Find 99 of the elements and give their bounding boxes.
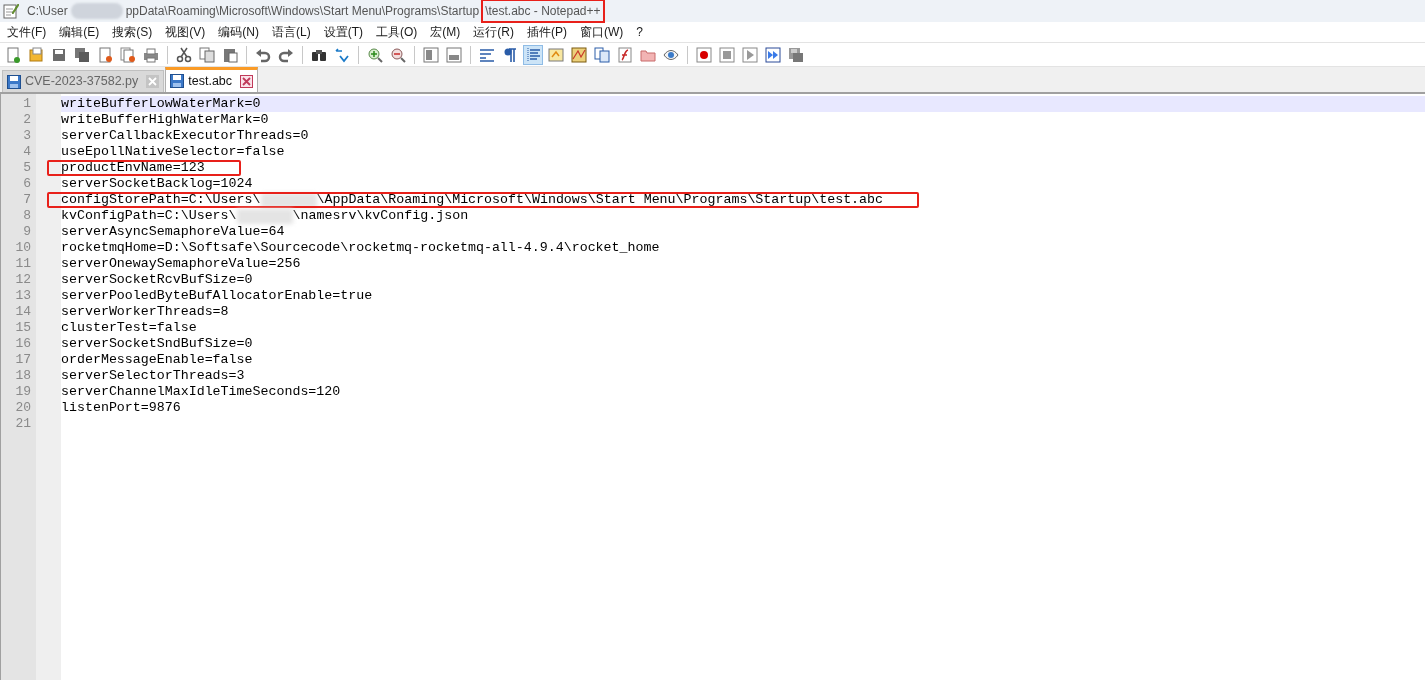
editor-line[interactable]: 1 writeBufferLowWaterMark=0: [0, 96, 1425, 112]
editor-line[interactable]: 19 serverChannelMaxIdleTimeSeconds=120: [0, 384, 1425, 400]
menu-item[interactable]: 工具(O): [371, 23, 423, 41]
indent-guide-icon[interactable]: [523, 44, 543, 65]
line-number: 15: [14, 319, 32, 338]
line-number: 10: [14, 239, 32, 258]
file-tab[interactable]: test.abc: [165, 67, 259, 92]
editor-line[interactable]: 16 serverSocketSndBufSize=0: [0, 336, 1425, 352]
redaction-blur: [236, 208, 293, 224]
editor-line[interactable]: 6 serverSocketBacklog=1024: [0, 176, 1425, 192]
line-number: 4: [22, 143, 32, 162]
line-number: 8: [22, 207, 32, 226]
line-number: 21: [14, 415, 32, 434]
code-text: productEnvName=123: [61, 159, 205, 178]
editor-line[interactable]: 17 orderMessageEnable=false: [0, 352, 1425, 368]
code-text: serverSocketRcvBufSize=0: [61, 271, 253, 290]
editor-line[interactable]: 2 writeBufferHighWaterMark=0: [0, 112, 1425, 128]
editor-line[interactable]: 3 serverCallbackExecutorThreads=0: [0, 128, 1425, 144]
floppy-icon: [170, 74, 185, 88]
code-text: listenPort=9876: [61, 399, 181, 418]
editor-line[interactable]: 7 configStorePath=C:\Users\ \AppData\Roaming\Microsoft\Windows\Start Menu\Programs\Startup\test.abc: [0, 192, 1425, 208]
editor-line[interactable]: 8 kvConfigPath=C:\Users\ \namesrv\kvConfig.json: [0, 208, 1425, 224]
code-text: writeBufferLowWaterMark=0: [61, 95, 261, 114]
code-text: rocketmqHome=D:\Softsafe\Sourcecode\rocketmq-rocketmq-all-4.9.4\rocket_home: [61, 239, 660, 258]
menu-item[interactable]: 插件(P): [522, 23, 572, 41]
code-text: serverAsyncSemaphoreValue=64: [61, 223, 285, 242]
line-number: 19: [14, 383, 32, 402]
code-text: serverOnewaySemaphoreValue=256: [61, 255, 301, 274]
editor-line[interactable]: 4 useEpollNativeSelector=false: [0, 144, 1425, 160]
line-number: 14: [14, 303, 32, 322]
document-map-icon[interactable]: [569, 44, 589, 65]
code-text: serverChannelMaxIdleTimeSeconds=120: [61, 383, 341, 402]
line-number: 11: [14, 255, 32, 274]
code-text: serverCallbackExecutorThreads=0: [61, 127, 309, 146]
window-title: \test.abc - Notepad++: [485, 4, 601, 18]
line-number: 5: [22, 159, 32, 178]
record-icon[interactable]: [694, 44, 714, 65]
code-text: writeBufferHighWaterMark=0: [61, 111, 269, 130]
code-text: serverPooledByteBufAllocatorEnable=true: [61, 287, 373, 306]
notepad-icon: [3, 3, 19, 19]
line-number: 17: [14, 351, 32, 370]
window-title: ppData\Roaming\Microsoft\Windows\Start Menu\Programs\Startup: [125, 4, 480, 18]
open-file-icon[interactable]: [26, 44, 46, 65]
line-number: 6: [22, 175, 32, 194]
line-number: 12: [14, 271, 32, 290]
menu-item[interactable]: ?: [631, 23, 648, 41]
redaction-blur: [70, 3, 123, 19]
menu-item[interactable]: 语言(L): [267, 23, 316, 41]
menu-item[interactable]: 视图(V): [160, 23, 211, 41]
function-list-icon[interactable]: [615, 44, 635, 65]
play-icon[interactable]: [740, 44, 760, 65]
code-text: configStorePath=C:\Users\: [61, 191, 261, 210]
line-number: 2: [22, 111, 32, 130]
code-text: \namesrv\kvConfig.json: [292, 207, 469, 226]
code-text: serverSocketSndBufSize=0: [61, 335, 253, 354]
menu-item[interactable]: 宏(M): [425, 23, 466, 41]
editor-line[interactable]: 11 serverOnewaySemaphoreValue=256: [0, 256, 1425, 272]
editor-line[interactable]: 10 rocketmqHome=D:\Softsafe\Sourcecode\rocketmq-rocketmq-all-4.9.4\rocket_home: [0, 240, 1425, 256]
close-icon[interactable]: [240, 74, 254, 88]
menu-item[interactable]: 文件(F): [2, 23, 52, 41]
code-text: serverWorkerThreads=8: [61, 303, 229, 322]
menu-item[interactable]: 运行(R): [468, 23, 519, 41]
code-text: serverSocketBacklog=1024: [61, 175, 253, 194]
line-number: 20: [14, 399, 32, 418]
window-title: C:\User: [27, 4, 68, 18]
editor-line[interactable]: 12 serverSocketRcvBufSize=0: [0, 272, 1425, 288]
editor-line[interactable]: 14 serverWorkerThreads=8: [0, 304, 1425, 320]
split-view-icon[interactable]: [444, 44, 464, 65]
code-text: \AppData\Roaming\Microsoft\Windows\Start Menu\Programs\Startup\test.abc: [316, 191, 884, 210]
editor-line[interactable]: 18 serverSelectorThreads=3: [0, 368, 1425, 384]
line-number: 7: [22, 191, 32, 210]
line-number: 18: [14, 367, 32, 386]
code-text: orderMessageEnable=false: [61, 351, 253, 370]
code-text: clusterTest=false: [61, 319, 197, 338]
floppy-icon: [7, 74, 21, 89]
line-number: 13: [14, 287, 32, 306]
menu-item[interactable]: 编码(N): [213, 23, 264, 41]
stop-icon[interactable]: [717, 44, 737, 65]
line-number: 16: [14, 335, 32, 354]
editor-line[interactable]: 13 serverPooledByteBufAllocatorEnable=true: [0, 288, 1425, 304]
editor-line[interactable]: 5 productEnvName=123: [0, 160, 1425, 176]
editor-line[interactable]: 15 clusterTest=false: [0, 320, 1425, 336]
document-list-icon[interactable]: [592, 44, 612, 65]
menu-item[interactable]: 窗口(W): [575, 23, 629, 41]
file-tab[interactable]: CVE-2023-37582.py: [2, 70, 165, 92]
split-view-icon[interactable]: [421, 44, 441, 65]
editor-line[interactable]: 20 listenPort=9876: [0, 400, 1425, 416]
editor-line[interactable]: 9 serverAsyncSemaphoreValue=64: [0, 224, 1425, 240]
code-text: kvConfigPath=C:\Users\: [61, 207, 237, 226]
code-text: serverSelectorThreads=3: [61, 367, 245, 386]
close-all-icon[interactable]: [118, 44, 138, 65]
line-number: 3: [22, 127, 32, 146]
code-text: useEpollNativeSelector=false: [61, 143, 285, 162]
menu-item[interactable]: 设置(T): [318, 23, 368, 41]
menu-item[interactable]: 搜索(S): [107, 23, 158, 41]
line-number: 9: [22, 223, 32, 242]
line-number: 1: [22, 95, 32, 114]
fast-forward-icon[interactable]: [763, 44, 783, 65]
menu-item[interactable]: 编辑(E): [54, 23, 105, 41]
